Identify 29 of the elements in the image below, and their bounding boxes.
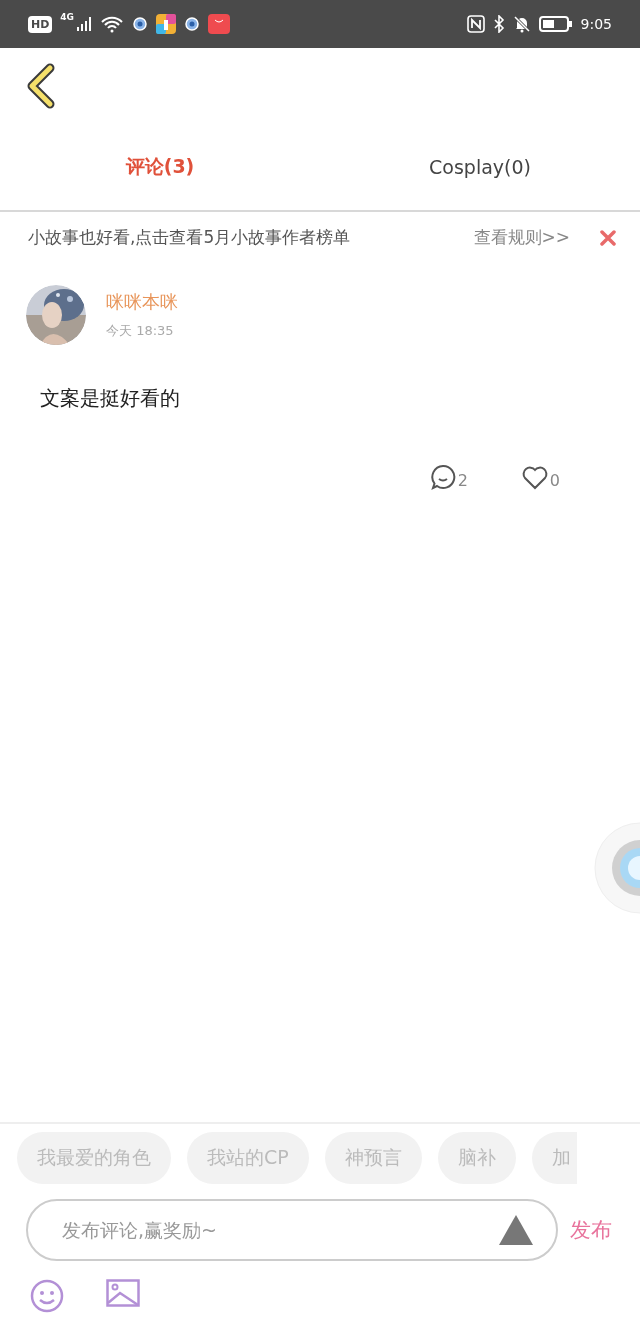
emoji-icon[interactable] [30,1279,64,1313]
close-icon [600,229,616,246]
battery-icon [538,15,573,33]
image-icon[interactable] [106,1279,140,1307]
nfc-icon [466,15,485,33]
comment-text: 文案是挺好看的 [40,385,181,412]
comment-time: 今天 18:35 [106,322,175,340]
app-icon [184,16,200,32]
network-label: 4G [60,12,74,22]
reply-button[interactable]: 2 [429,464,468,490]
rules-link[interactable]: 查看规则>> [473,226,570,249]
comment-input-field[interactable]: 发布评论,赢奖励~ [26,1199,558,1261]
app-icon [132,16,148,32]
hd-badge: HD [28,15,53,33]
notice-text: 小故事也好看,点击查看5月小故事作者榜单 [28,226,352,249]
mute-bell-icon [512,15,531,33]
like-button[interactable]: 0 [521,464,560,490]
tab[interactable]: Cosplay(0) [320,148,640,186]
triangle-icon[interactable] [498,1214,534,1246]
speech-bubble-icon [429,464,456,490]
clock-time: 9:05 [580,16,612,32]
close-button[interactable] [600,229,616,246]
wifi-icon [100,15,124,33]
author-name[interactable]: 咪咪本咪 [106,290,178,314]
tab[interactable]: 评论(3) [0,146,320,188]
bluetooth-icon [492,15,505,33]
submit-button[interactable]: 发布 [570,1216,612,1244]
signal-icon [76,16,92,32]
app-icon [156,14,176,34]
